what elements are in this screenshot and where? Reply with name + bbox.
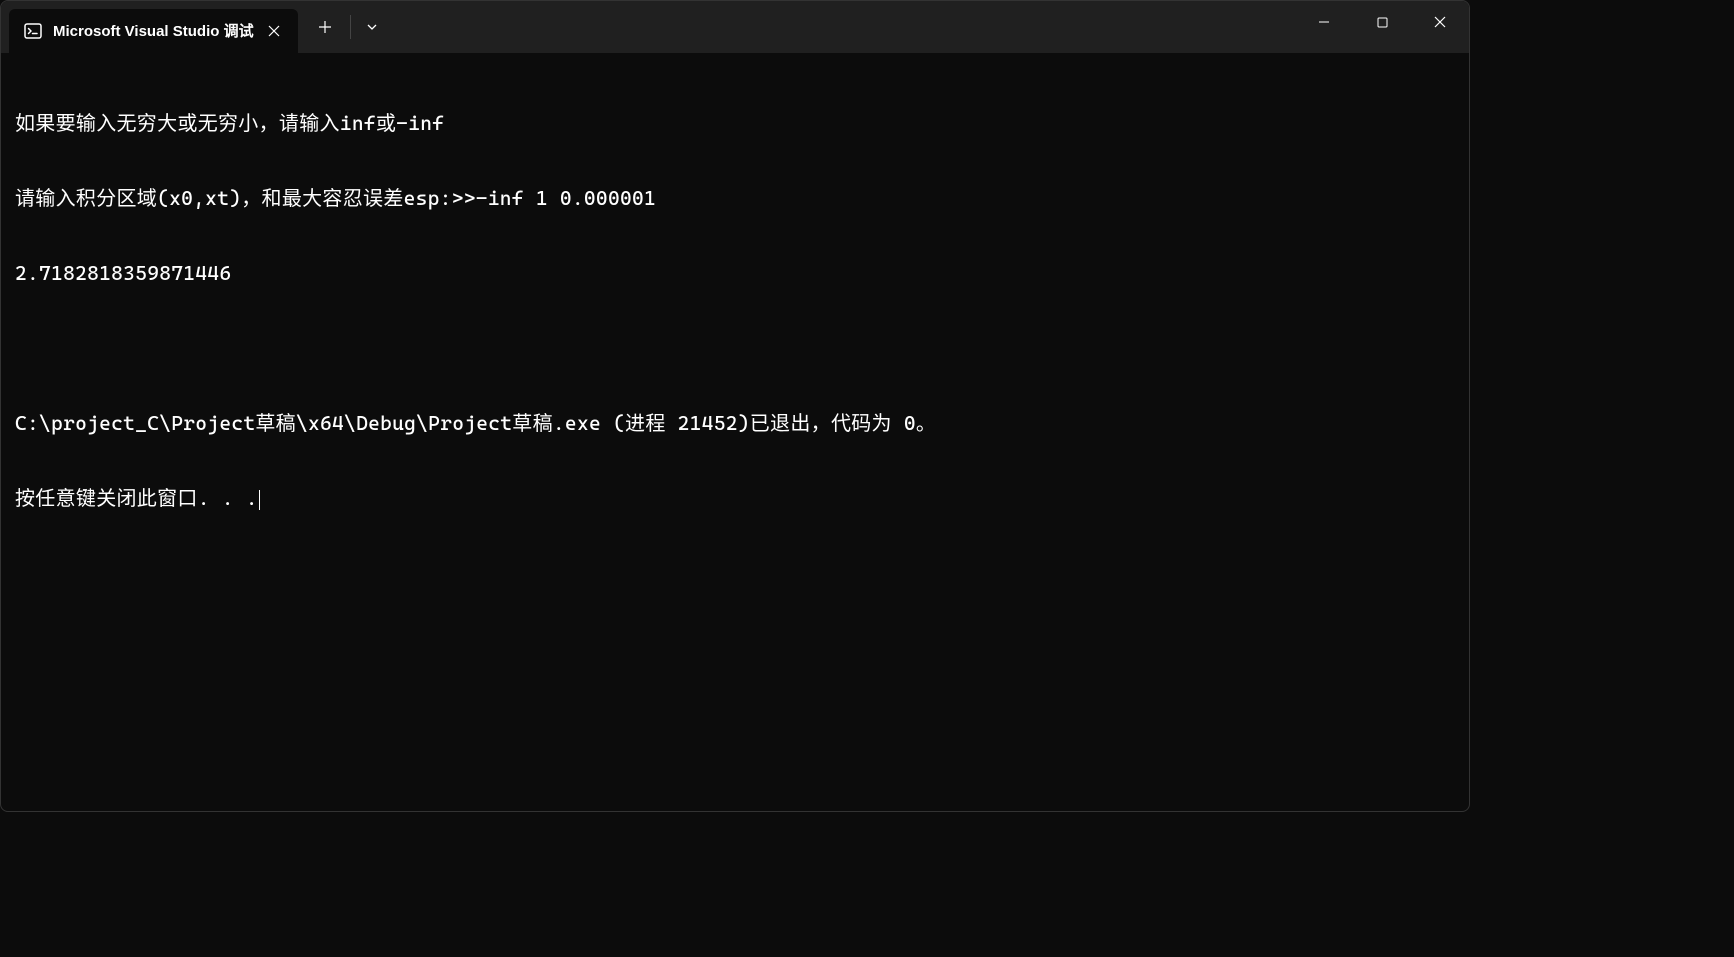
terminal-output[interactable]: 如果要输入无穷大或无穷小，请输入inf或-inf 请输入积分区域(x0,xt)，…	[1, 53, 1469, 569]
titlebar-left: Microsoft Visual Studio 调试	[1, 1, 389, 53]
tab-title: Microsoft Visual Studio 调试	[53, 20, 254, 41]
window-controls	[1295, 1, 1469, 53]
cursor	[259, 490, 260, 510]
terminal-line: 2.7182818359871446	[15, 261, 1455, 286]
terminal-icon	[23, 21, 43, 41]
terminal-tab[interactable]: Microsoft Visual Studio 调试	[9, 9, 298, 53]
terminal-line: C:\project_C\Project草稿\x64\Debug\Project…	[15, 411, 1455, 436]
maximize-button[interactable]	[1353, 1, 1411, 43]
new-tab-button[interactable]	[306, 9, 344, 45]
terminal-line: 按任意键关闭此窗口. . .	[15, 486, 1455, 511]
tab-divider	[350, 15, 351, 39]
terminal-window: Microsoft Visual Studio 调试	[0, 0, 1470, 812]
terminal-line: 如果要输入无穷大或无穷小，请输入inf或-inf	[15, 111, 1455, 136]
terminal-text: 按任意键关闭此窗口. . .	[15, 486, 258, 510]
window-close-button[interactable]	[1411, 1, 1469, 43]
tab-close-button[interactable]	[262, 19, 286, 43]
terminal-line	[15, 336, 1455, 361]
tab-dropdown-button[interactable]	[355, 9, 389, 45]
titlebar[interactable]: Microsoft Visual Studio 调试	[1, 1, 1469, 53]
minimize-button[interactable]	[1295, 1, 1353, 43]
terminal-line: 请输入积分区域(x0,xt)，和最大容忍误差esp:>>-inf 1 0.000…	[15, 186, 1455, 211]
